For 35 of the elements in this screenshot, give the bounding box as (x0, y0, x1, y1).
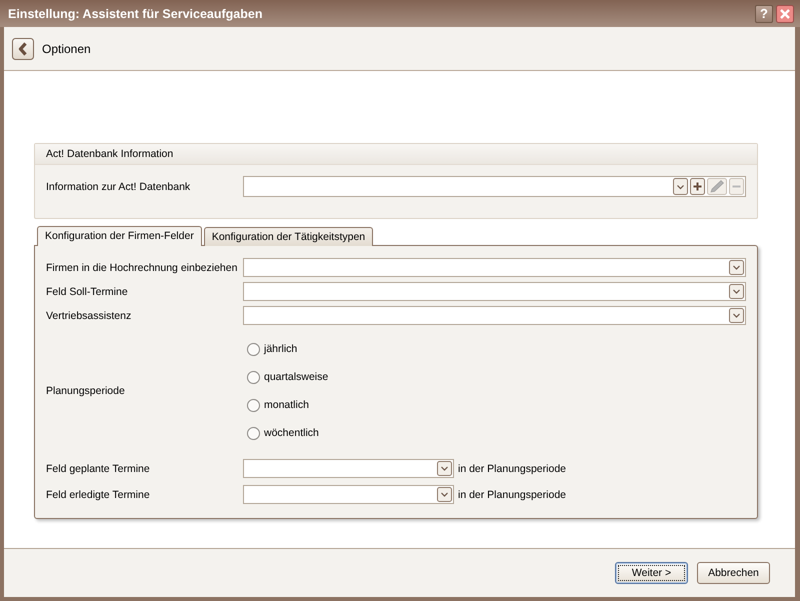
page-title: Optionen (42, 42, 91, 56)
radio-option[interactable]: wöchentlich (247, 419, 328, 447)
field-label: Information zur Act! Datenbank (46, 180, 192, 192)
plus-icon[interactable] (690, 178, 705, 195)
chevron-down-icon (437, 487, 452, 502)
dropdown-field[interactable] (243, 485, 454, 504)
radio-option[interactable]: jährlich (247, 335, 328, 363)
combo-field[interactable] (243, 176, 746, 197)
tab[interactable]: Konfiguration der Tätigkeitstypen (204, 227, 374, 246)
group-title: Act! Datenbank Information (35, 144, 757, 165)
field-label: Firmen in die Hochrechnung einbeziehen (46, 262, 238, 274)
chevron-down-icon (673, 178, 688, 195)
radio-option[interactable]: quartalsweise (247, 363, 328, 391)
dropdown-field[interactable] (243, 282, 746, 301)
chevron-down-icon (729, 260, 744, 275)
window-title: Einstellung: Assistent für Serviceaufgaben (8, 6, 264, 20)
tab[interactable]: Konfiguration der Firmen-Felder (37, 226, 202, 246)
field-label: Vertriebsassistenz (46, 310, 132, 322)
chevron-down-icon (437, 461, 452, 476)
dropdown-field[interactable] (243, 459, 454, 478)
field-label: Planungsperiode (46, 385, 126, 397)
field-label: Feld geplante Termine (46, 462, 151, 474)
radio-option[interactable]: monatlich (247, 391, 328, 419)
chevron-down-icon (729, 284, 744, 299)
suffix-label: in der Planungsperiode (458, 488, 566, 500)
close-icon[interactable] (776, 4, 794, 22)
field-label: Feld erledigte Termine (46, 488, 151, 500)
back-icon[interactable] (12, 38, 34, 60)
dialog-button[interactable]: Abbrechen (697, 562, 770, 584)
chevron-down-icon (729, 308, 744, 323)
dialog-button[interactable]: Weiter > (615, 562, 688, 584)
suffix-label: in der Planungsperiode (458, 462, 566, 474)
field-label: Feld Soll-Termine (46, 286, 129, 298)
dropdown-field[interactable] (243, 258, 746, 277)
dropdown-field[interactable] (243, 306, 746, 325)
